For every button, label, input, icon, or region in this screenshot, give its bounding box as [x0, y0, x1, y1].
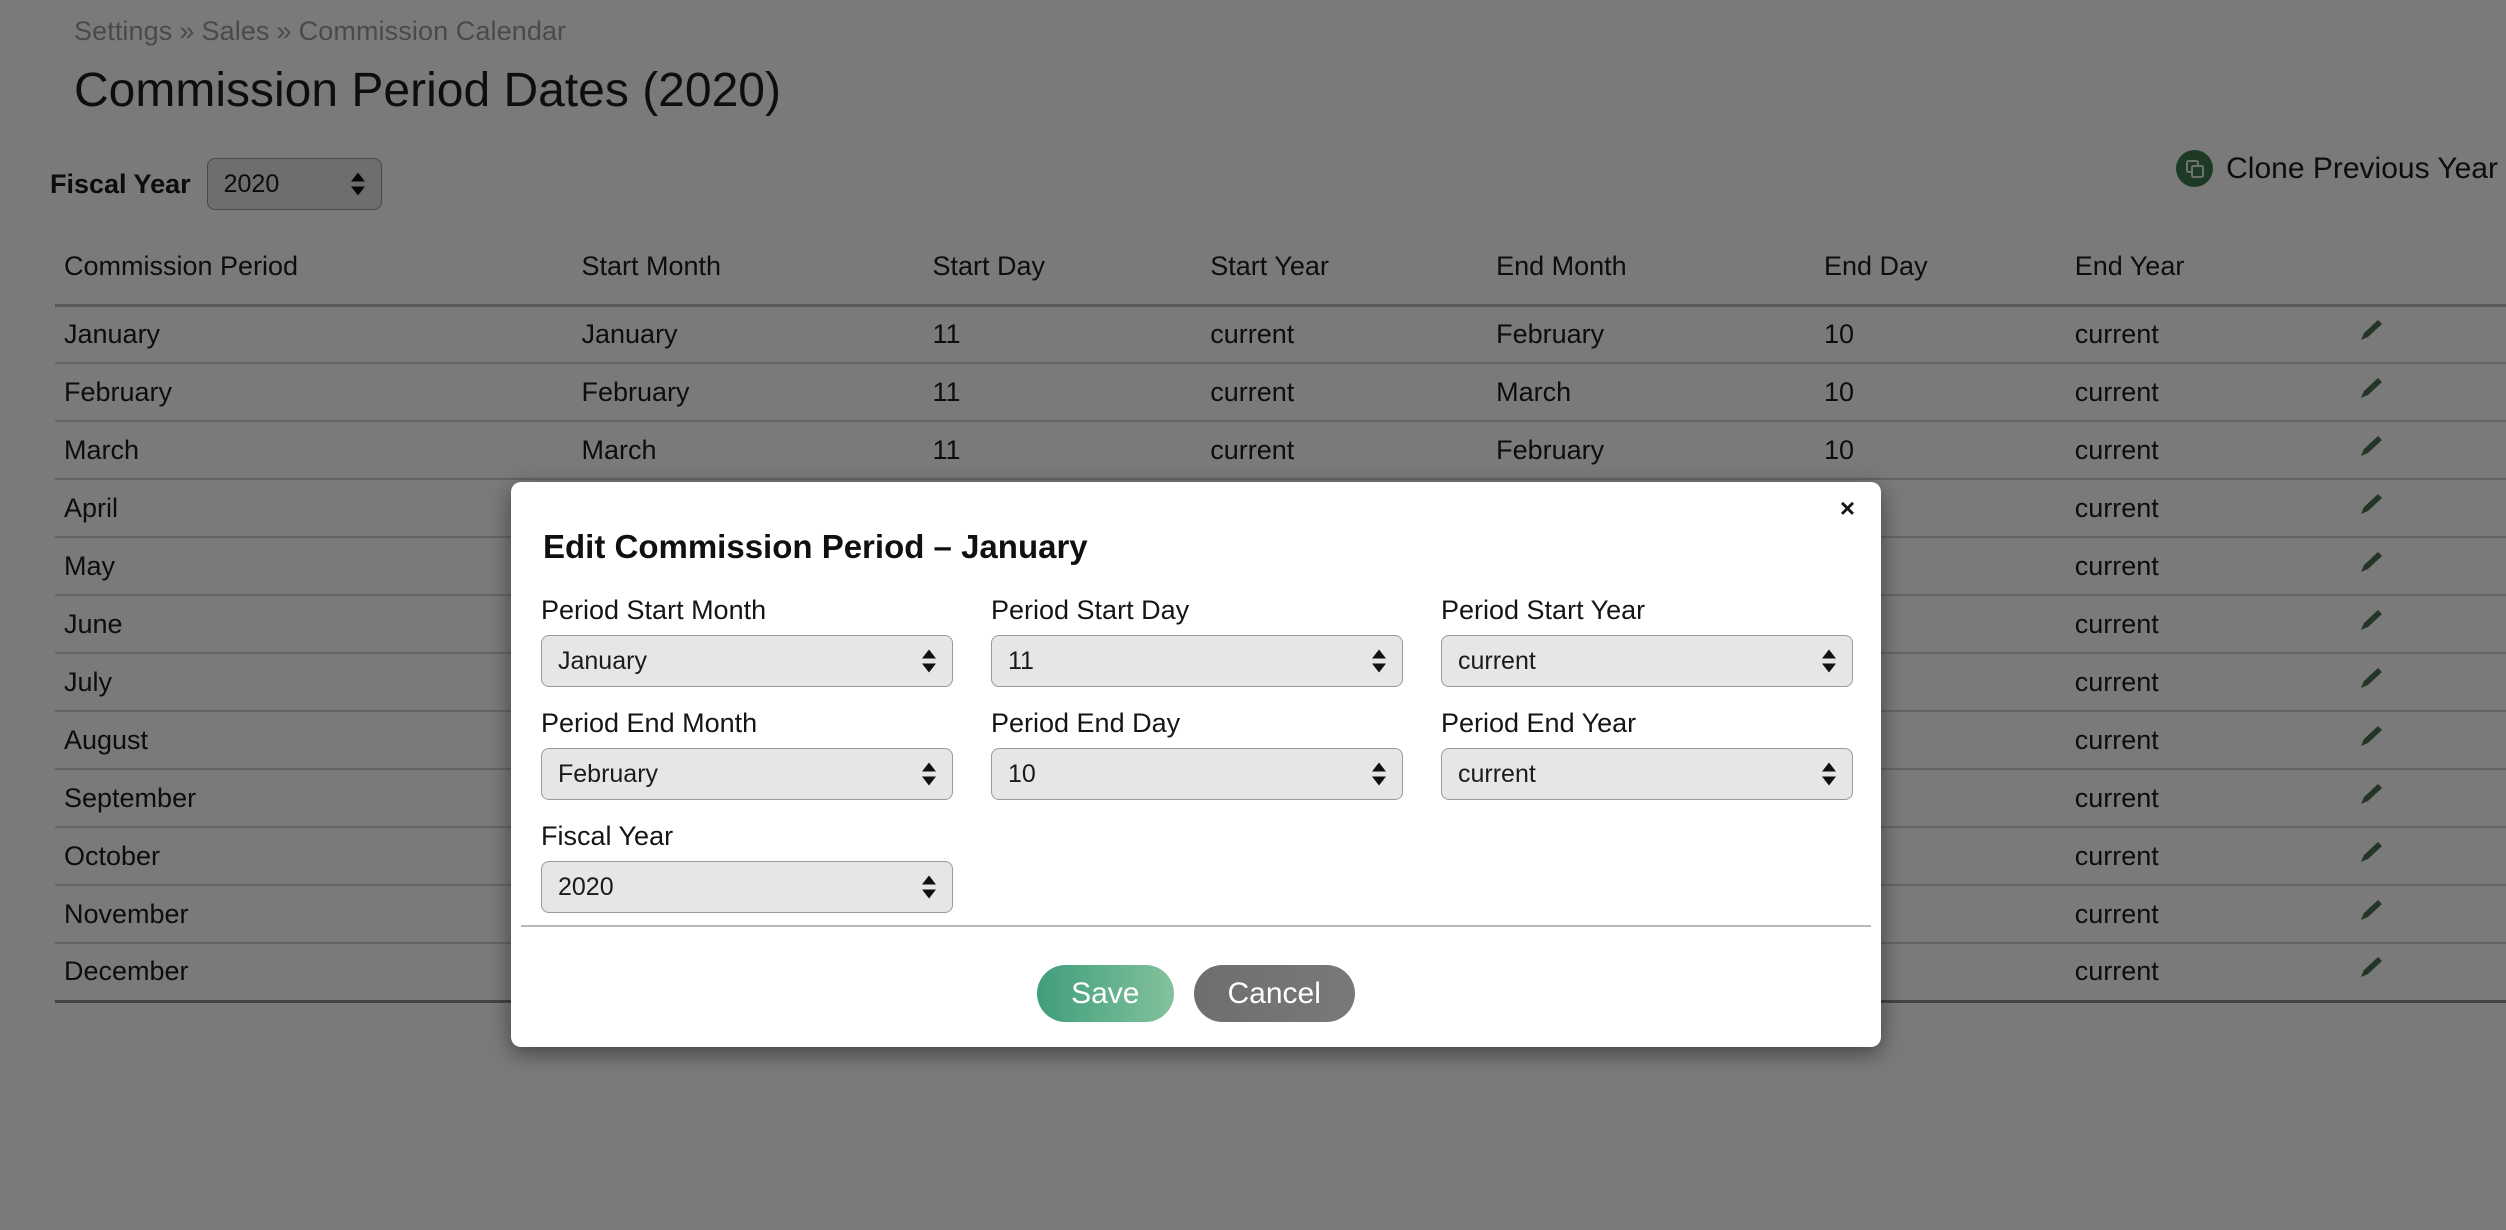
label-period-end-year: Period End Year	[1441, 708, 1637, 738]
period-end-year-select[interactable]: current	[1441, 748, 1853, 800]
label-period-start-day: Period Start Day	[991, 595, 1190, 625]
period-end-day-select-wrap: 10	[991, 748, 1403, 800]
form-row-start: Period Start Month January Period Start …	[541, 595, 1853, 687]
period-start-month-select[interactable]: January	[541, 635, 953, 687]
period-end-month-select-wrap: February	[541, 748, 953, 800]
modal-fiscal-year-select-wrap: 2020	[541, 861, 953, 913]
period-end-month-select[interactable]: February	[541, 748, 953, 800]
modal-title: Edit Commission Period – January	[543, 528, 1088, 565]
modal-form: Period Start Month January Period Start …	[541, 595, 1853, 934]
field-period-end-day: Period End Day 10	[991, 708, 1441, 800]
label-period-end-month: Period End Month	[541, 708, 758, 738]
label-period-start-month: Period Start Month	[541, 595, 767, 625]
field-period-start-day: Period Start Day 11	[991, 595, 1441, 687]
close-icon[interactable]: ×	[1840, 495, 1855, 521]
label-fiscal-year: Fiscal Year	[541, 821, 674, 851]
modal-actions: Save Cancel	[511, 965, 1881, 1022]
label-period-start-year: Period Start Year	[1441, 595, 1646, 625]
modal-divider	[521, 925, 1871, 927]
field-period-end-year: Period End Year current	[1441, 708, 1853, 800]
period-end-year-select-wrap: current	[1441, 748, 1853, 800]
form-row-fiscal-year: Fiscal Year 2020	[541, 821, 1851, 913]
field-period-end-month: Period End Month February	[541, 708, 991, 800]
field-period-start-month: Period Start Month January	[541, 595, 991, 687]
label-period-end-day: Period End Day	[991, 708, 1181, 738]
period-start-year-select[interactable]: current	[1441, 635, 1853, 687]
field-period-start-year: Period Start Year current	[1441, 595, 1853, 687]
period-end-day-select[interactable]: 10	[991, 748, 1403, 800]
field-fiscal-year: Fiscal Year 2020	[541, 821, 991, 913]
form-row-end: Period End Month February Period End Day…	[541, 708, 1853, 800]
save-button[interactable]: Save	[1037, 965, 1174, 1022]
period-start-day-select-wrap: 11	[991, 635, 1403, 687]
cancel-button[interactable]: Cancel	[1193, 965, 1355, 1022]
edit-commission-period-modal: × Edit Commission Period – January Perio…	[511, 482, 1881, 1047]
modal-fiscal-year-select[interactable]: 2020	[541, 861, 953, 913]
period-start-year-select-wrap: current	[1441, 635, 1853, 687]
period-start-month-select-wrap: January	[541, 635, 953, 687]
period-start-day-select[interactable]: 11	[991, 635, 1403, 687]
